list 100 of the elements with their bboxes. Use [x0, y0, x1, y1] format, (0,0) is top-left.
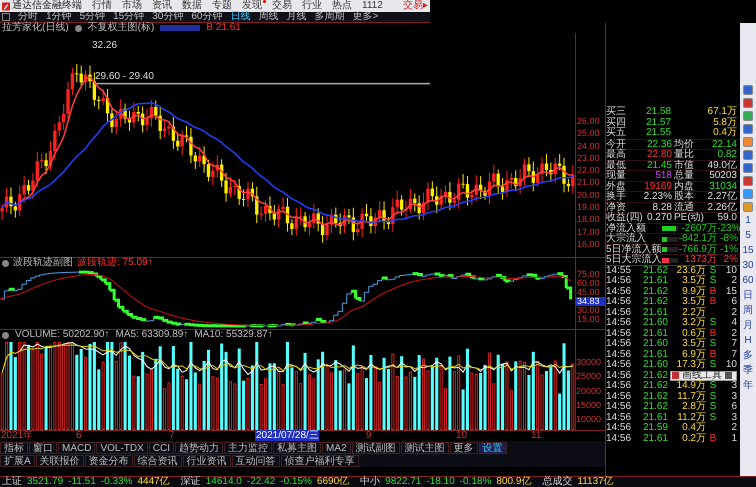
info-tab[interactable]: 行业资讯	[182, 454, 231, 466]
quote-label: 股本	[673, 192, 695, 202]
tick-side: S	[708, 318, 718, 328]
info-tab[interactable]: 综合资讯	[134, 454, 182, 466]
tick-count: 2	[730, 328, 737, 339]
settings-icon[interactable]	[2, 332, 9, 338]
period-key[interactable]: 周	[743, 305, 753, 317]
volume-reading: VOLUME: 50202.90↑	[15, 330, 110, 340]
period-tab[interactable]: 30分钟	[152, 12, 184, 22]
price-axis-label: 23.00	[576, 154, 601, 163]
info-tab[interactable]: 关联报价	[36, 454, 84, 466]
indicator-tab[interactable]: CCI	[148, 442, 174, 454]
info-tab[interactable]: 互动问答	[232, 454, 280, 466]
quote-value: 22.36	[646, 140, 672, 150]
period-tab[interactable]: 60分钟	[191, 12, 222, 22]
tick-price: 21.60	[642, 339, 668, 350]
period-tab[interactable]: 更多>	[352, 12, 378, 22]
tick-time: 14:56	[606, 370, 632, 381]
menu-item[interactable]: 发现	[242, 0, 262, 12]
settings-icon[interactable]	[74, 24, 82, 32]
price-tag: B 21.61	[206, 23, 241, 33]
quote-value: 2.27亿	[706, 192, 738, 202]
fund-flow-value: 1373万	[684, 255, 717, 266]
info-tab[interactable]: 扩展A	[0, 454, 35, 466]
indicator-tab[interactable]: VOL-TDX	[96, 442, 148, 454]
period-key[interactable]: 1	[745, 215, 751, 227]
bid-price: 21.58	[646, 107, 672, 118]
period-key[interactable]: 月	[743, 320, 753, 332]
fund-flow-label: 大宗流入	[606, 234, 646, 244]
fund-flow-value: -842.1万	[678, 234, 717, 244]
tick-volume: 11.7万	[676, 392, 706, 402]
tick-volume: 23.6万	[676, 266, 706, 276]
period-tab[interactable]: 多周期	[314, 12, 344, 22]
tick-time: 14:56	[606, 434, 632, 444]
period-key[interactable]: 30	[742, 260, 754, 272]
period-tab[interactable]: 月线	[286, 12, 306, 22]
tick-volume: 17.3万	[676, 360, 706, 370]
tick-price: 21.61	[642, 276, 668, 286]
tool-icon[interactable]	[672, 372, 679, 380]
info-tab[interactable]: 侦查户福利专享	[280, 454, 359, 466]
menu-item[interactable]: 热点	[332, 0, 352, 12]
chart-template-label: 不复权主图(标)	[88, 23, 154, 33]
price-axis-label: 25.00	[576, 129, 601, 138]
quote-label: 均价	[673, 140, 695, 150]
tick-volume: 3.2万	[681, 318, 706, 328]
tick-price: 21.61	[642, 328, 668, 339]
indicator-tab[interactable]: 主力监控	[224, 442, 272, 454]
tick-side: B	[708, 286, 718, 297]
period-key[interactable]: 年	[743, 380, 753, 392]
indicator-tab[interactable]: 更多	[450, 442, 478, 454]
period-key[interactable]: 多	[743, 350, 753, 362]
fund-flow-label: 5日大宗流入	[606, 255, 662, 266]
indicator-tab[interactable]: 测试主图	[400, 442, 449, 454]
tick-count: 10	[724, 266, 737, 276]
period-key[interactable]: 60	[742, 275, 754, 287]
tick-count: 2	[730, 423, 737, 434]
indicator-tab[interactable]: MACD	[58, 442, 96, 454]
indicator-tab[interactable]: 趋势动力	[175, 442, 224, 454]
settings-icon[interactable]	[2, 260, 9, 266]
period-key[interactable]: H	[744, 335, 752, 347]
indicator-tab[interactable]: 窗口	[29, 442, 57, 454]
indicator-tab[interactable]: 设置	[478, 442, 507, 454]
index-amount: 6690亿	[316, 477, 350, 487]
period-tab[interactable]: 5分钟	[80, 12, 106, 22]
indicator-tab[interactable]: 指标	[0, 442, 28, 454]
tick-side: B	[708, 350, 718, 360]
indicator-tab[interactable]: MA2	[322, 442, 351, 454]
indicator-tab[interactable]: 测试副图	[352, 442, 400, 454]
app-title: 通达信金融终端	[12, 0, 82, 11]
indicator-tab[interactable]: 私募主图	[273, 442, 322, 454]
quote-value: 19169	[643, 182, 672, 192]
period-tab[interactable]: 15分钟	[113, 12, 144, 22]
menu-item[interactable]: 行业	[302, 0, 322, 12]
logo-icon	[2, 2, 10, 10]
quote-label: 流通	[673, 202, 694, 212]
stock-title: 拉芳家化(日线)	[2, 23, 69, 33]
menu-item[interactable]: 行情	[92, 0, 112, 12]
menu-item[interactable]: 专题	[212, 0, 232, 12]
menu-item[interactable]: 1112	[362, 0, 383, 12]
fund-flow-value: -766.9万	[678, 244, 717, 254]
tick-time: 14:56	[606, 360, 632, 370]
period-tab[interactable]: 1分钟	[46, 12, 72, 22]
menu-item[interactable]: 数据	[182, 0, 202, 12]
tick-count: 6	[730, 402, 737, 412]
info-tab[interactable]: 资金分布	[84, 454, 133, 466]
tick-time: 14:56	[606, 339, 632, 350]
drawing-tools-button[interactable]: 画线工具	[681, 371, 723, 380]
period-tab[interactable]: 分时	[18, 12, 38, 22]
quote-value: 22.14	[710, 140, 738, 150]
volume-reading: MA10: 55329.87↑	[194, 330, 273, 340]
period-key[interactable]: 15	[742, 245, 754, 257]
panel-toggle-icon[interactable]	[2, 13, 10, 21]
menu-item[interactable]: 资讯	[152, 0, 172, 12]
period-key[interactable]: 5	[745, 230, 751, 242]
period-key[interactable]: 季	[743, 365, 753, 377]
period-tab[interactable]: 日线	[230, 12, 250, 22]
price-axis-label: 21.00	[576, 178, 601, 188]
tick-time: 14:56	[606, 402, 632, 412]
period-key[interactable]: 日	[743, 290, 753, 302]
period-tab[interactable]: 周线	[258, 12, 278, 22]
